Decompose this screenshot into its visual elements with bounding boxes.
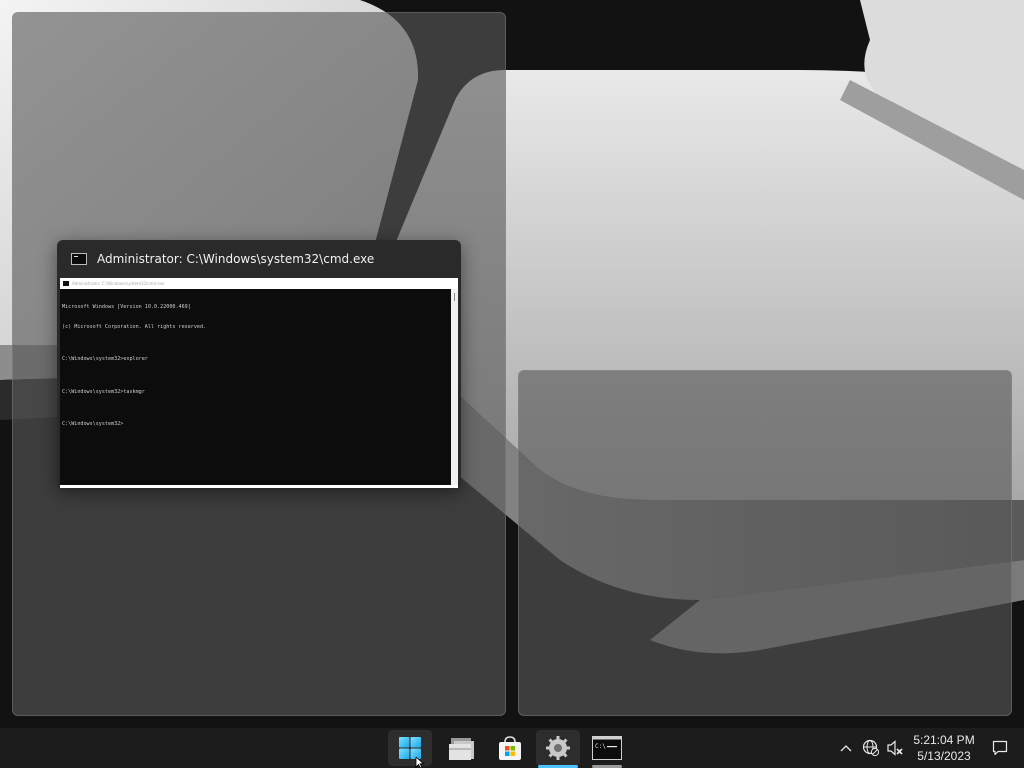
cmd-window-preview: Administrator: C:\Windows\system32\cmd.e… (60, 278, 458, 488)
console-line: (c) Microsoft Corporation. All rights re… (62, 323, 207, 330)
microsoft-store-button[interactable] (488, 730, 532, 766)
command-prompt-button[interactable]: C:\ (585, 730, 629, 768)
console-scrollbar[interactable] (451, 289, 458, 485)
console-line: Microsoft Windows [Version 10.0.22000.46… (62, 304, 191, 310)
network-status[interactable] (860, 728, 882, 768)
console-output: Microsoft Windows [Version 10.0.22000.46… (60, 289, 451, 485)
cmd-window-titlebar[interactable]: Administrator: C:\Windows\system32\cmd.e… (57, 240, 461, 278)
cmd-preview-title: Administrator: C:\Windows\system32\cmd.e… (72, 281, 165, 286)
volume-control[interactable] (884, 728, 906, 768)
clock-time: 5:21:04 PM (913, 733, 975, 747)
command-prompt-icon: C:\ (592, 736, 622, 760)
show-hidden-icons-chevron[interactable] (836, 728, 856, 768)
svg-text:C:\: C:\ (595, 743, 606, 750)
speaker-muted-icon (887, 740, 903, 756)
console-line: C:\Windows\system32>explorer (62, 356, 148, 362)
notifications-button[interactable] (988, 728, 1012, 768)
microsoft-store-icon (499, 736, 521, 760)
notification-icon (992, 740, 1008, 756)
console-line: C:\Windows\system32> (62, 421, 124, 427)
file-explorer-icon (449, 738, 474, 760)
chevron-up-icon (840, 745, 852, 752)
mouse-cursor-icon (415, 757, 425, 768)
globe-no-internet-icon (862, 739, 880, 757)
command-prompt-icon (71, 253, 87, 265)
settings-gear-icon (546, 736, 570, 760)
snap-zone-bottom-right[interactable] (518, 370, 1012, 716)
cmd-preview-titlebar: Administrator: C:\Windows\system32\cmd.e… (60, 278, 458, 289)
file-explorer-button[interactable] (440, 730, 484, 766)
cmd-window-title: Administrator: C:\Windows\system32\cmd.e… (97, 252, 375, 266)
command-prompt-icon (63, 281, 69, 286)
clock[interactable]: 5:21:04 PM 5/13/2023 (906, 728, 982, 768)
settings-button[interactable] (536, 730, 580, 768)
console-line: C:\Windows\system32>taskmgr (62, 388, 145, 395)
cmd-window-thumbnail[interactable]: Administrator: C:\Windows\system32\cmd.e… (57, 240, 461, 489)
taskbar: C:\ 5:21:04 PM 5/13/2023 (0, 728, 1024, 768)
clock-date: 5/13/2023 (917, 749, 971, 763)
